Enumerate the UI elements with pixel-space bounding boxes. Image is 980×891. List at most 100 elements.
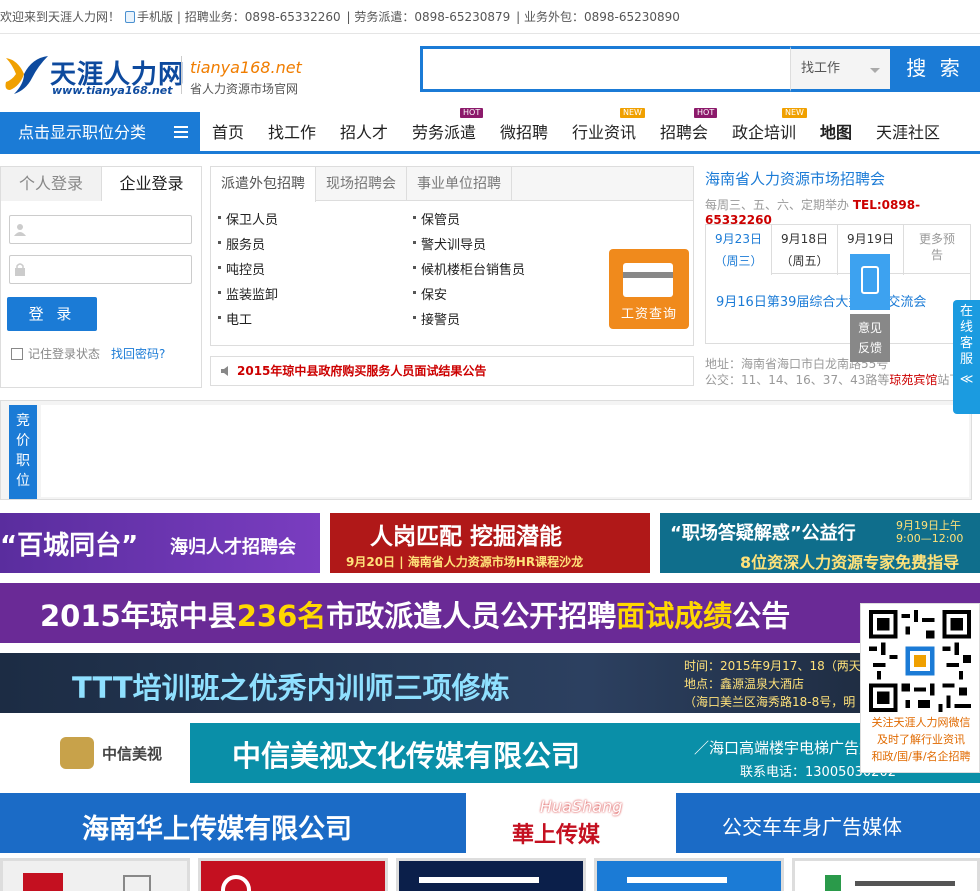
more-preview-link[interactable]: 更多预告 [904,225,970,275]
tab-onsite-fair[interactable]: 现场招聘会 [316,167,407,201]
logo-divider [181,56,182,94]
job-link[interactable]: 候机楼柜台销售员 [412,259,525,278]
tab-company-login[interactable]: 企业登录 [101,167,201,201]
job-link[interactable]: 接警员 [412,309,460,328]
forgot-password-link[interactable]: 找回密码? [111,345,165,362]
nav-item-industry-news[interactable]: 行业资讯 NEW [572,108,645,154]
job-link[interactable]: 吨控员 [217,259,265,278]
login-tabs: 个人登录 企业登录 [1,167,201,201]
banner-overseas-fair[interactable]: “百城同台” 海归人才招聘会 [0,513,320,573]
job-link[interactable]: 监装监卸 [217,284,278,303]
banner-title: 2015年琼中县236名市政派遣人员公开招聘面试成绩公告 [40,593,790,635]
notice-bar[interactable]: 2015年琼中县政府购买服务人员面试结果公告 [210,356,694,386]
tab-public-institution[interactable]: 事业单位招聘 [407,167,512,201]
company-logo[interactable] [0,858,190,891]
fair-date-tab[interactable]: 9月18日 （周五） [772,225,838,275]
password-field[interactable] [9,255,192,284]
mobile-link[interactable]: 手机版 [137,10,173,24]
banner-time: 时间：2015年9月17、18（两天 [684,659,861,673]
username-input[interactable] [32,219,182,241]
bid-jobs-list [41,405,969,497]
hot-badge: HOT [460,108,484,118]
banner-zhongxin-media[interactable]: 中信美视 中信美视文化传媒有限公司 ／海口高端楼宇电梯广告媒体 联系电话：130… [0,723,980,783]
outsource-phone: | 业务外包：0898-65230890 [516,10,680,24]
job-fair-panel: 海南省人力资源市场招聘会 每周三、五、六、定期举办 TEL:0898-65332… [704,166,980,388]
nav-item-community[interactable]: 天涯社区 [876,112,940,154]
fair-date-tab[interactable]: 9月23日 （周三） [706,225,772,275]
nav-item-map[interactable]: 地图 [820,112,852,154]
company-logo[interactable] [594,858,784,891]
banner-title: 中信美视文化传媒有限公司 [232,739,581,773]
job-link[interactable]: 保安 [412,284,447,303]
search-button[interactable]: 搜 索 [890,46,980,92]
feedback-widget: 意见反馈 [850,254,890,362]
job-link[interactable]: 电工 [217,309,252,328]
salary-query-label: 工资查询 [620,307,677,322]
tab-personal-login[interactable]: 个人登录 [1,167,101,201]
banner-tagline: 公交车车身广告媒体 [722,815,902,839]
search-type-select[interactable]: 找工作 [790,46,890,92]
nav-item-training[interactable]: 政企培训 NEW [732,108,807,154]
fair-weekday: （周三） [714,254,763,268]
fair-date: 9月23日 [715,232,762,246]
banner-subtitle: 海归人才招聘会 [170,537,296,558]
nav-item-labor-dispatch[interactable]: 劳务派遣 HOT [412,108,484,154]
main-nav: 点击显示职位分类 首页 找工作 招人才 劳务派遣 HOT 微招聘 行业资讯 NEW … [0,108,980,154]
nav-item-find-job[interactable]: 找工作 [268,112,316,154]
banner-ttt-training[interactable]: TTT培训班之优秀内训师三项修炼 时间：2015年9月17、18（两天 地点：鑫… [0,653,980,713]
schedule-text: 每周三、五、六、定期举办 [705,198,850,212]
job-fair-address: 地址：海南省海口市白龙南路55号 公交：11、14、16、37、43路等琼苑宾馆… [705,356,961,388]
remember-me[interactable]: 记住登录状态 [11,345,100,362]
qr-line2: 及时了解行业资讯 [877,733,965,746]
nav-item-micro-recruit[interactable]: 微招聘 [500,112,548,154]
lock-icon [15,263,25,276]
new-badge: NEW [620,108,645,118]
job-link[interactable]: 服务员 [217,234,265,253]
nav-label: 招聘会 [660,123,709,142]
banner-qa-charity[interactable]: “职场答疑解惑”公益行 9月19日上午 9:00—12:00 8位资深人力资源专… [660,513,980,573]
search-type-value: 找工作 [801,61,841,76]
site-logo[interactable]: 天涯人力网 www.tianya168.net tianya168.net 省人… [0,48,302,100]
nav-item-find-talent[interactable]: 招人才 [340,112,388,154]
username-field[interactable] [9,215,192,244]
job-fair-schedule: 每周三、五、六、定期举办 TEL:0898-65332260 [705,196,980,227]
nav-item-home[interactable]: 首页 [212,112,244,154]
feedback-button[interactable]: 意见反馈 [850,314,890,362]
nav-item-job-fair[interactable]: 招聘会 HOT [660,108,718,154]
remember-checkbox[interactable] [11,348,23,360]
b4-pre: 2015年琼中县 [40,599,237,633]
company-logo[interactable] [792,858,980,891]
bus-stop: 琼苑宾馆 [889,373,938,387]
job-fair-event[interactable]: 9月16日第39届综合大型人才交流会 [716,291,926,310]
mobile-app-button[interactable] [850,254,890,310]
bid-jobs-section: 竞价职位 [0,400,972,500]
password-input[interactable] [32,259,182,281]
category-toggle[interactable]: 点击显示职位分类 [0,112,200,154]
mobile-icon[interactable] [125,11,136,23]
bus-routes: 公交：11、14、16、37、43路等 [705,373,890,387]
wechat-qr-panel: 关注天涯人力网微信 及时了解行业资讯 和政/国/事/名企招聘 [860,603,980,773]
banner-title: “职场答疑解惑”公益行 [670,523,856,544]
company-logo[interactable] [198,858,388,891]
job-link[interactable]: 警犬训导员 [412,234,486,253]
job-link[interactable]: 保卫人员 [217,209,278,228]
welcome-text: 欢迎来到天涯人力网！ [0,10,121,24]
banner-huashang-media[interactable]: 海南华上传媒有限公司 HuaShang 華上传媒 公交车车身广告媒体 [0,793,980,853]
tab-dispatch-jobs[interactable]: 派遣外包招聘 [211,167,316,202]
salary-query-button[interactable]: 工资查询 [609,249,689,329]
online-service-tab[interactable]: 在线客服 ≪ [953,300,980,414]
company-logo[interactable] [396,858,586,891]
media-logo-icon [60,737,94,769]
search-input[interactable] [420,46,792,92]
banner-qiongzhong-notice[interactable]: 2015年琼中县236名市政派遣人员公开招聘面试成绩公告 [0,583,980,643]
top-bar: 欢迎来到天涯人力网！ 手机版 | 招聘业务：0898-65332260 | 劳务派… [0,0,980,34]
login-button[interactable]: 登 录 [7,297,97,331]
banner-hr-salon[interactable]: 人岗匹配 挖掘潜能 9月20日 | 海南省人力资源市场HR课程沙龙 [330,513,650,573]
job-link[interactable]: 保管员 [412,209,460,228]
brand-en: HuaShang [540,797,623,816]
b4-num: 236名 [236,599,327,633]
feedback-label: 意见反馈 [857,321,882,355]
job-fair-title[interactable]: 海南省人力资源市场招聘会 [705,168,885,189]
banner-address: （海口美兰区海秀路18-8号，明 [684,695,856,709]
phone-icon [861,266,879,294]
